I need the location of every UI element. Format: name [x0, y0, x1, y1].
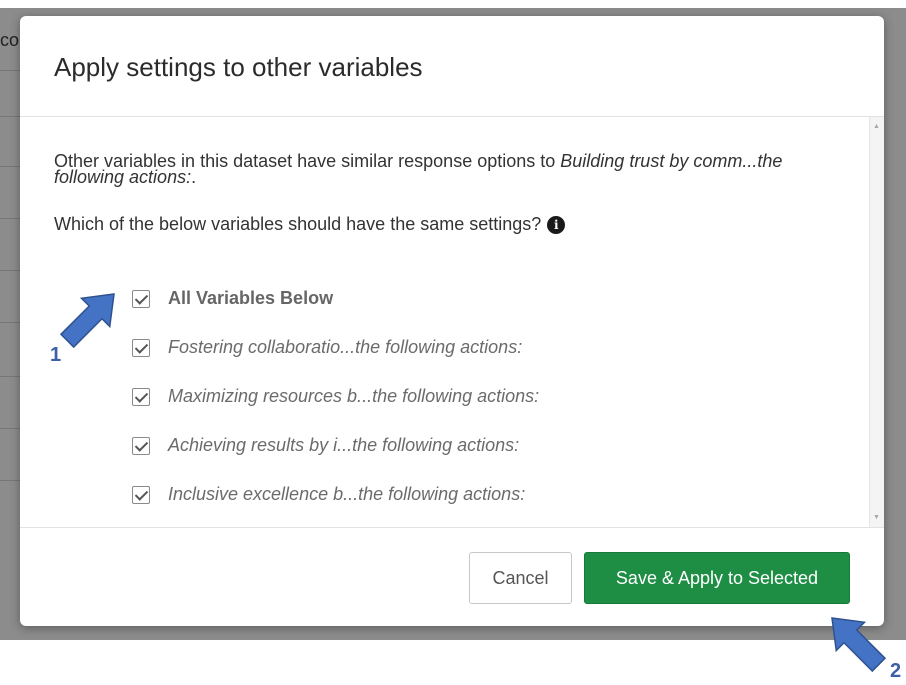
option-inclusive-excellence[interactable]: Inclusive excellence b...the following a…: [132, 470, 539, 519]
intro-suffix: .: [191, 167, 197, 187]
dialog-footer: Cancel Save & Apply to Selected: [20, 527, 884, 626]
background-divider: [0, 166, 22, 167]
background-divider: [0, 480, 22, 481]
dialog-body: Other variables in this dataset have sim…: [20, 117, 884, 527]
checkmark-icon[interactable]: [132, 436, 150, 455]
background-partial-text: co: [0, 30, 20, 50]
save-apply-selected-button[interactable]: Save & Apply to Selected: [584, 552, 850, 604]
checkmark-icon[interactable]: [132, 485, 150, 504]
option-label: Achieving results by i...the following a…: [168, 435, 520, 455]
question-text: Which of the below variables should have…: [54, 214, 566, 235]
variable-options-list: All Variables Below Fostering collaborat…: [132, 274, 539, 519]
info-icon[interactable]: i: [547, 215, 566, 234]
scroll-up-icon[interactable]: ▲: [873, 123, 880, 130]
checkmark-icon[interactable]: [132, 289, 150, 308]
option-label: Maximizing resources b...the following a…: [168, 386, 540, 406]
option-label: Inclusive excellence b...the following a…: [168, 484, 526, 504]
background-divider: [0, 218, 22, 219]
option-label: All Variables Below: [168, 288, 334, 308]
annotation-label-1: 1: [50, 344, 62, 366]
background-divider: [0, 270, 22, 271]
apply-settings-dialog: Apply settings to other variables Other …: [20, 16, 884, 626]
background-divider: [0, 70, 22, 71]
checkmark-icon[interactable]: [132, 338, 150, 357]
intro-text: Other variables in this dataset have sim…: [54, 152, 824, 187]
checkmark-icon[interactable]: [132, 387, 150, 406]
background-divider: [0, 428, 22, 429]
background-divider: [0, 116, 22, 117]
option-label: Fostering collaboratio...the following a…: [168, 337, 523, 357]
dialog-title: Apply settings to other variables: [54, 52, 423, 82]
question-label: Which of the below variables should have…: [54, 214, 542, 234]
option-maximizing-resources[interactable]: Maximizing resources b...the following a…: [132, 372, 539, 421]
dialog-scrollbar[interactable]: ▲ ▼: [869, 117, 884, 527]
option-all-variables[interactable]: All Variables Below: [132, 274, 539, 323]
option-fostering-collaboration[interactable]: Fostering collaboratio...the following a…: [132, 323, 539, 372]
annotation-arrow-2-icon: [831, 617, 887, 673]
scroll-down-icon[interactable]: ▼: [873, 514, 880, 521]
cancel-button[interactable]: Cancel: [469, 552, 572, 604]
annotation-label-2: 2: [890, 660, 902, 682]
option-achieving-results[interactable]: Achieving results by i...the following a…: [132, 421, 539, 470]
background-divider: [0, 322, 22, 323]
dialog-header: Apply settings to other variables: [20, 16, 884, 117]
background-divider: [0, 376, 22, 377]
